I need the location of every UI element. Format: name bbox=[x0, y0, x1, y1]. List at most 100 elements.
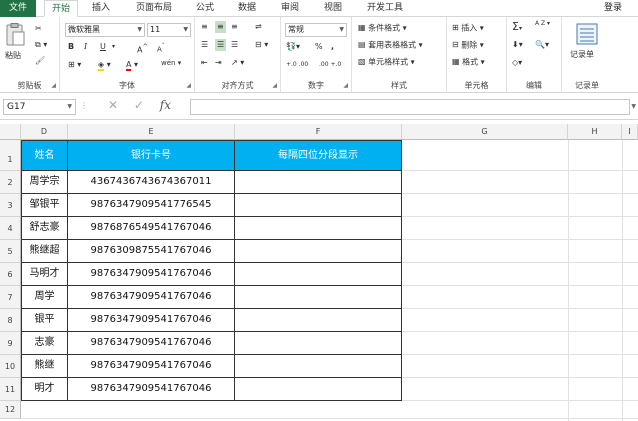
column-header-e[interactable]: E bbox=[68, 124, 235, 140]
cut-icon[interactable]: ✂ bbox=[35, 23, 42, 35]
number-launcher-icon[interactable]: ◢ bbox=[343, 82, 348, 89]
card-number-cell[interactable]: 9876347909541767046 bbox=[68, 378, 235, 401]
insert-function-button[interactable]: fx bbox=[160, 98, 171, 112]
tab-home[interactable]: 开始 bbox=[44, 0, 78, 17]
formatted-card-cell[interactable] bbox=[235, 309, 402, 332]
row-header-9[interactable]: 9 bbox=[0, 332, 21, 355]
formatted-card-cell[interactable] bbox=[235, 286, 402, 309]
align-top-icon[interactable]: ≡ bbox=[201, 21, 208, 33]
comma-style-button[interactable]: , bbox=[331, 41, 334, 53]
formula-input[interactable] bbox=[190, 99, 630, 115]
name-cell[interactable]: 熊继超 bbox=[21, 240, 68, 263]
increase-decimal-button[interactable]: +.0 .00 bbox=[286, 59, 308, 71]
font-size-combo[interactable]: 11 ▼ bbox=[147, 23, 191, 37]
column-header-h[interactable]: H bbox=[568, 124, 622, 140]
row-header-8[interactable]: 8 bbox=[0, 309, 21, 332]
row-header-11[interactable]: 11 bbox=[0, 378, 21, 401]
name-cell[interactable]: 银平 bbox=[21, 309, 68, 332]
clipboard-launcher-icon[interactable]: ◢ bbox=[51, 82, 56, 89]
column-header-d[interactable]: D bbox=[21, 124, 68, 140]
align-middle-icon[interactable]: ≡ bbox=[215, 21, 226, 33]
column-header-g[interactable]: G bbox=[402, 124, 568, 140]
autosum-button[interactable]: Σ▾ bbox=[512, 21, 522, 35]
decrease-indent-icon[interactable]: ⇤ bbox=[201, 57, 208, 69]
format-as-table-button[interactable]: ▤ 套用表格格式 ▾ bbox=[358, 39, 423, 52]
delete-cells-button[interactable]: ⊟ 删除 ▾ bbox=[452, 39, 484, 52]
row-header-5[interactable]: 5 bbox=[0, 240, 21, 263]
decrease-decimal-button[interactable]: .00 +.0 bbox=[319, 59, 341, 71]
row-header-12[interactable]: 12 bbox=[0, 401, 21, 419]
formatted-card-cell[interactable] bbox=[235, 240, 402, 263]
record-form-button[interactable]: 记录单 bbox=[570, 49, 594, 61]
tab-developer[interactable]: 开发工具 bbox=[360, 0, 410, 17]
column-header-i[interactable]: I bbox=[622, 124, 638, 140]
column-header-f[interactable]: F bbox=[235, 124, 402, 140]
row-header-1[interactable]: 1 bbox=[0, 140, 21, 171]
formatted-card-cell[interactable] bbox=[235, 194, 402, 217]
name-cell[interactable]: 熊继 bbox=[21, 355, 68, 378]
merge-center-icon[interactable]: ⊟ ▾ bbox=[255, 39, 268, 51]
name-cell[interactable]: 周学 bbox=[21, 286, 68, 309]
underline-button[interactable]: U bbox=[100, 41, 106, 53]
increase-indent-icon[interactable]: ⇥ bbox=[215, 57, 222, 69]
font-color-icon[interactable]: A ▾ bbox=[126, 59, 138, 71]
name-cell[interactable]: 邹银平 bbox=[21, 194, 68, 217]
header-cell[interactable]: 姓名 bbox=[21, 140, 68, 171]
name-cell[interactable]: 舒志豪 bbox=[21, 217, 68, 240]
conditional-format-button[interactable]: ▦ 条件格式 ▾ bbox=[358, 22, 407, 35]
wrap-text-icon[interactable]: ⇌ bbox=[255, 21, 262, 33]
card-number-cell[interactable]: 9876309875541767046 bbox=[68, 240, 235, 263]
cell-styles-button[interactable]: ▧ 单元格样式 ▾ bbox=[358, 56, 415, 69]
insert-cells-button[interactable]: ⊞ 插入 ▾ bbox=[452, 22, 484, 35]
copy-icon[interactable]: ⧉ ▾ bbox=[35, 39, 47, 51]
row-header-3[interactable]: 3 bbox=[0, 194, 21, 217]
number-format-combo[interactable]: 常规 ▼ bbox=[285, 23, 347, 37]
file-tab[interactable]: 文件 bbox=[0, 0, 36, 17]
align-right-icon[interactable]: ☰ bbox=[231, 39, 238, 51]
italic-button[interactable]: I bbox=[84, 41, 87, 53]
card-number-cell[interactable]: 4367436743674367011 bbox=[68, 171, 235, 194]
paste-icon[interactable] bbox=[4, 23, 26, 47]
clear-icon[interactable]: ◇▾ bbox=[512, 57, 522, 69]
formatted-card-cell[interactable] bbox=[235, 171, 402, 194]
paste-button[interactable]: 粘贴 bbox=[5, 50, 21, 62]
formatted-card-cell[interactable] bbox=[235, 378, 402, 401]
name-box[interactable]: G17 ▼ bbox=[3, 99, 76, 115]
card-number-cell[interactable]: 9876347909541767046 bbox=[68, 355, 235, 378]
align-bottom-icon[interactable]: ≡ bbox=[231, 21, 238, 33]
find-select-icon[interactable]: 🔍▾ bbox=[535, 39, 549, 51]
record-form-icon[interactable] bbox=[576, 23, 598, 45]
row-header-10[interactable]: 10 bbox=[0, 355, 21, 378]
worksheet-grid[interactable]: D E F G H I 1 姓名 银行卡号 每隔四位分段显示 2 周学宗 436743674… bbox=[0, 124, 638, 421]
currency-icon[interactable]: 💱▾ bbox=[286, 41, 300, 53]
card-number-cell[interactable]: 9876347909541767046 bbox=[68, 309, 235, 332]
name-cell[interactable]: 明才 bbox=[21, 378, 68, 401]
header-cell[interactable]: 每隔四位分段显示 bbox=[235, 140, 402, 171]
name-cell[interactable]: 周学宗 bbox=[21, 171, 68, 194]
font-name-combo[interactable]: 微软雅黑 ▼ bbox=[65, 23, 145, 37]
bold-button[interactable]: B bbox=[68, 41, 74, 53]
border-icon[interactable]: ⊞ ▾ bbox=[68, 59, 81, 71]
row-header-7[interactable]: 7 bbox=[0, 286, 21, 309]
format-painter-icon[interactable]: 🖌 bbox=[35, 55, 45, 67]
tab-review[interactable]: 审阅 bbox=[275, 0, 305, 17]
tab-page-layout[interactable]: 页面布局 bbox=[126, 0, 182, 17]
tab-formulas[interactable]: 公式 bbox=[190, 0, 220, 17]
fill-color-icon[interactable]: ◈ ▾ bbox=[98, 59, 111, 71]
shrink-font-button[interactable]: Aˇ bbox=[157, 41, 165, 55]
align-left-icon[interactable]: ☰ bbox=[201, 39, 208, 51]
row-header-6[interactable]: 6 bbox=[0, 263, 21, 286]
sort-filter-button[interactable]: A Z ▾ bbox=[535, 21, 550, 27]
card-number-cell[interactable]: 9876347909541767046 bbox=[68, 263, 235, 286]
alignment-launcher-icon[interactable]: ◢ bbox=[272, 82, 277, 89]
card-number-cell[interactable]: 9876876549541767046 bbox=[68, 217, 235, 240]
row-header-4[interactable]: 4 bbox=[0, 217, 21, 240]
confirm-button[interactable]: ✓ bbox=[134, 98, 144, 112]
tab-insert[interactable]: 插入 bbox=[86, 0, 116, 17]
grow-font-button[interactable]: A^ bbox=[137, 41, 148, 57]
font-launcher-icon[interactable]: ◢ bbox=[186, 82, 191, 89]
name-cell[interactable]: 志豪 bbox=[21, 332, 68, 355]
select-all-corner[interactable] bbox=[0, 124, 21, 140]
orientation-icon[interactable]: ↗ ▾ bbox=[231, 57, 244, 69]
login-link[interactable]: 登录 bbox=[604, 0, 622, 17]
